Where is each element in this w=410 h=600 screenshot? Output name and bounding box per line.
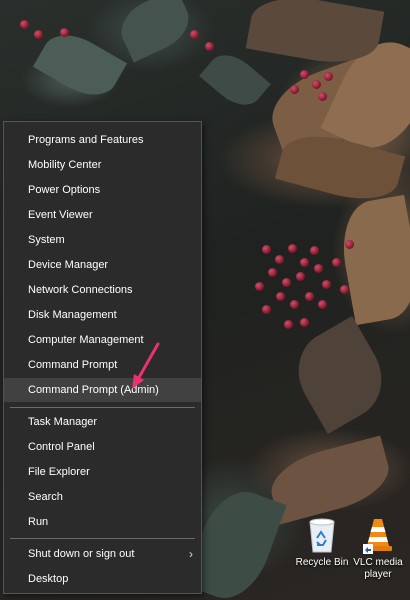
menu-separator [10, 538, 195, 539]
menu-item-file-explorer[interactable]: File Explorer [4, 460, 201, 484]
menu-item-power-options[interactable]: Power Options [4, 178, 201, 202]
desktop-icon-label: Recycle Bin [295, 557, 349, 568]
menu-item-system[interactable]: System [4, 228, 201, 252]
menu-item-task-manager[interactable]: Task Manager [4, 410, 201, 434]
menu-item-search[interactable]: Search [4, 485, 201, 509]
desktop-icon-label: VLC media player [353, 557, 403, 580]
vlc-cone-icon [363, 519, 392, 554]
menu-item-command-prompt-admin[interactable]: Command Prompt (Admin) [4, 378, 201, 402]
menu-item-control-panel[interactable]: Control Panel [4, 435, 201, 459]
menu-item-shut-down-or-sign-out[interactable]: Shut down or sign out › [4, 542, 201, 566]
menu-item-network-connections[interactable]: Network Connections [4, 278, 201, 302]
menu-item-computer-management[interactable]: Computer Management [4, 328, 201, 352]
menu-item-programs-and-features[interactable]: Programs and Features [4, 128, 201, 152]
menu-item-desktop[interactable]: Desktop [4, 567, 201, 591]
menu-item-mobility-center[interactable]: Mobility Center [4, 153, 201, 177]
menu-separator [10, 407, 195, 408]
chevron-right-icon: › [189, 547, 193, 561]
menu-item-label: Shut down or sign out [28, 548, 135, 560]
menu-item-disk-management[interactable]: Disk Management [4, 303, 201, 327]
recycle-bin-icon [309, 518, 335, 553]
menu-item-command-prompt[interactable]: Command Prompt [4, 353, 201, 377]
menu-item-event-viewer[interactable]: Event Viewer [4, 203, 201, 227]
desktop-icon-vlc-media-player[interactable]: VLC media player [350, 516, 406, 581]
menu-item-run[interactable]: Run [4, 510, 201, 534]
winx-context-menu: Programs and Features Mobility Center Po… [3, 121, 202, 594]
menu-item-device-manager[interactable]: Device Manager [4, 253, 201, 277]
desktop-icon-recycle-bin[interactable]: Recycle Bin [294, 516, 350, 569]
